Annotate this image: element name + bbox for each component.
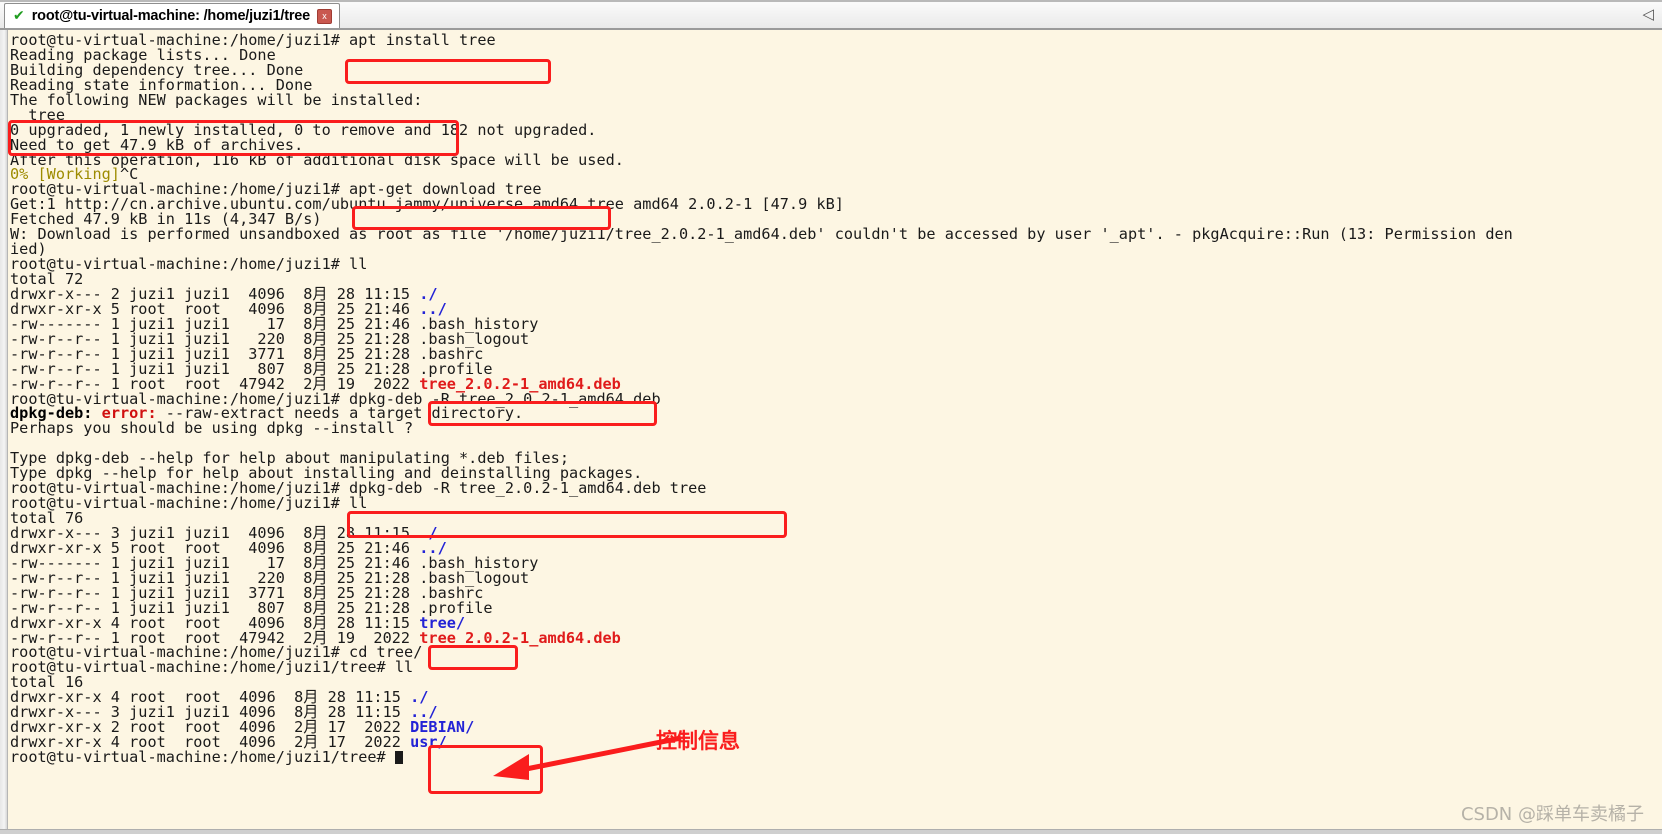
window-bottom-edge — [0, 829, 1662, 834]
terminal-line: root@tu-virtual-machine:/home/juzi1/tree… — [10, 660, 1662, 675]
terminal-screen[interactable]: root@tu-virtual-machine:/home/juzi1# apt… — [10, 32, 1662, 834]
green-check-icon: ✔ — [13, 8, 25, 24]
terminal-line: After this operation, 116 kB of addition… — [10, 152, 1662, 168]
terminal-cursor — [394, 751, 404, 764]
terminal-line: W: Download is performed unsandboxed as … — [10, 227, 1662, 242]
annotation-label: 控制信息 — [656, 729, 740, 753]
terminal-text: Perhaps you should be using dpkg --insta… — [10, 419, 414, 438]
terminal-text: The following NEW packages will be insta… — [10, 90, 423, 109]
terminal-text: root@tu-virtual-machine:/home/juzi1/tree… — [10, 748, 395, 766]
terminal-line: root@tu-virtual-machine:/home/juzi1/tree… — [10, 748, 1662, 766]
terminal-line: The following NEW packages will be insta… — [10, 90, 1662, 109]
window-titlebar: ✔ root@tu-virtual-machine: /home/juzi1/t… — [0, 0, 1662, 29]
close-icon[interactable]: x — [317, 8, 332, 24]
terminal-line: root@tu-virtual-machine:/home/juzi1# ll — [10, 256, 1662, 272]
tab-title: root@tu-virtual-machine: /home/juzi1/tre… — [31, 8, 310, 24]
terminal-tab[interactable]: ✔ root@tu-virtual-machine: /home/juzi1/t… — [4, 2, 340, 28]
chevron-left-icon[interactable]: ◁ — [1642, 6, 1654, 22]
terminal-body[interactable]: root@tu-virtual-machine:/home/juzi1# apt… — [0, 29, 1662, 834]
terminal-line: Perhaps you should be using dpkg --insta… — [10, 421, 1662, 436]
terminal-text: usr/ — [410, 733, 447, 752]
scrollbar-left[interactable] — [0, 30, 8, 834]
terminal-line: root@tu-virtual-machine:/home/juzi1# ll — [10, 495, 1662, 511]
terminal-text: W: Download is performed unsandboxed as … — [10, 225, 1513, 244]
terminal-window: ✔ root@tu-virtual-machine: /home/juzi1/t… — [0, 0, 1662, 834]
terminal-text: tree_2.0.2-1_amd64.deb — [419, 628, 621, 647]
watermark: CSDN @踩单车卖橘子 — [1460, 804, 1644, 825]
